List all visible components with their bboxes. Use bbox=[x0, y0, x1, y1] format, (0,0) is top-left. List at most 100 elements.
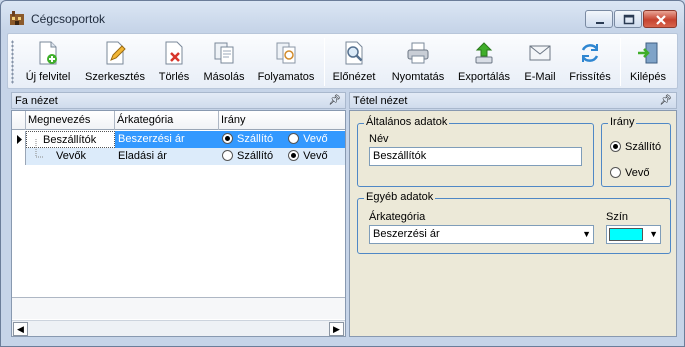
item-view-title: Tétel nézet bbox=[353, 95, 408, 107]
edit-button[interactable]: Szerkesztés bbox=[82, 38, 148, 86]
window-title: Cégcsoportok bbox=[31, 12, 106, 26]
name-label: Név bbox=[369, 133, 389, 145]
app-icon bbox=[10, 11, 24, 25]
radio-supplier[interactable] bbox=[610, 141, 621, 152]
column-header-direction[interactable]: Irány bbox=[219, 111, 345, 130]
table-row[interactable]: Beszállítók Beszerzési ár Szállító Vevő bbox=[12, 131, 345, 148]
table-row[interactable]: Vevők Eladási ár Szállító Vevő bbox=[12, 148, 345, 165]
row-name: Vevők bbox=[56, 150, 86, 162]
column-header-price-category[interactable]: Árkategória bbox=[115, 111, 219, 130]
current-row-arrow-icon bbox=[17, 135, 22, 144]
title-bar: Cégcsoportok bbox=[1, 1, 684, 35]
toolbar-separator bbox=[620, 38, 621, 86]
direction-title: Irány bbox=[608, 116, 637, 128]
close-button[interactable] bbox=[643, 10, 677, 28]
grid-header: Megnevezés Árkategória Irány bbox=[12, 111, 345, 130]
scroll-right-button[interactable]: ▶ bbox=[329, 322, 344, 336]
other-data-title: Egyéb adatok bbox=[364, 191, 436, 203]
email-label: E-Mail bbox=[524, 71, 556, 83]
copy-button[interactable]: Másolás bbox=[200, 38, 248, 86]
direction-option-customer[interactable]: Vevő bbox=[610, 167, 649, 179]
refresh-button[interactable]: Frissítés bbox=[566, 38, 614, 86]
row-direction-cell[interactable]: Szállító Vevő bbox=[219, 148, 345, 165]
radio-supplier[interactable] bbox=[222, 133, 233, 144]
edit-icon bbox=[106, 41, 126, 65]
minimize-button[interactable] bbox=[585, 10, 613, 28]
price-category-label: Árkategória bbox=[369, 211, 426, 223]
row-direction-cell[interactable]: Szállító Vevő bbox=[219, 131, 345, 148]
row-price-category-cell[interactable]: Eladási ár bbox=[115, 148, 219, 165]
row-price-category-cell[interactable]: Beszerzési ár bbox=[115, 131, 219, 148]
refresh-label: Frissítés bbox=[569, 71, 611, 83]
export-label: Exportálás bbox=[458, 71, 510, 83]
radio-customer[interactable] bbox=[610, 167, 621, 178]
tree-connector-lines bbox=[35, 139, 44, 158]
tree-view-header: Fa nézet 📌︎ bbox=[11, 92, 346, 109]
new-button[interactable]: Új felvitel bbox=[20, 38, 76, 86]
print-button[interactable]: Nyomtatás bbox=[386, 38, 450, 86]
item-view-panel: Általános adatok Név Beszállítók Irány S… bbox=[349, 110, 677, 337]
edit-label: Szerkesztés bbox=[85, 71, 145, 83]
chevron-down-icon: ▼ bbox=[649, 229, 658, 239]
preview-label: Előnézet bbox=[332, 71, 376, 83]
email-icon bbox=[529, 45, 551, 61]
chevron-down-icon: ▼ bbox=[582, 229, 591, 239]
main-window: Cégcsoportok Új felvitel Szerkesztés Tör… bbox=[0, 0, 685, 347]
export-icon bbox=[475, 42, 493, 64]
printer-icon bbox=[407, 42, 429, 64]
maximize-button[interactable] bbox=[614, 10, 642, 28]
general-data-title: Általános adatok bbox=[364, 116, 450, 128]
price-category-select[interactable]: Beszerzési ár ▼ bbox=[369, 225, 594, 244]
radio-customer[interactable] bbox=[288, 133, 300, 144]
radio-supplier[interactable] bbox=[222, 150, 233, 161]
general-data-group: Általános adatok Név Beszállítók bbox=[357, 116, 594, 187]
exit-button[interactable]: Kilépés bbox=[626, 38, 670, 86]
continuous-icon bbox=[276, 42, 296, 64]
new-document-icon bbox=[39, 41, 57, 65]
scroll-left-button[interactable]: ◀ bbox=[13, 322, 28, 336]
direction-option-supplier[interactable]: Szállító bbox=[610, 141, 661, 153]
color-picker[interactable]: ▼ bbox=[606, 225, 661, 244]
export-button[interactable]: Exportálás bbox=[456, 38, 512, 86]
preview-icon bbox=[345, 41, 363, 65]
other-data-group: Egyéb adatok Árkategória Beszerzési ár ▼… bbox=[357, 191, 671, 254]
color-label: Szín bbox=[606, 211, 629, 223]
pin-icon[interactable]: 📌︎ bbox=[328, 95, 341, 106]
copy-icon bbox=[214, 42, 234, 64]
toolbar-separator bbox=[324, 38, 325, 86]
item-view-header: Tétel nézet 📌︎ bbox=[349, 92, 677, 109]
ongoing-button[interactable]: Folyamatos bbox=[254, 38, 318, 86]
new-label: Új felvitel bbox=[25, 71, 71, 83]
row-indicator bbox=[12, 148, 26, 165]
email-button[interactable]: E-Mail bbox=[520, 38, 560, 86]
delete-button[interactable]: Törlés bbox=[154, 38, 194, 86]
row-indicator bbox=[12, 131, 26, 148]
price-category-value: Beszerzési ár bbox=[373, 228, 440, 240]
toolbar: Új felvitel Szerkesztés Törlés Másolás F… bbox=[7, 33, 678, 89]
horizontal-scrollbar[interactable]: ◀ ▶ bbox=[12, 320, 345, 336]
name-field[interactable]: Beszállítók bbox=[369, 147, 582, 166]
color-swatch bbox=[609, 228, 643, 241]
exit-label: Kilépés bbox=[629, 71, 667, 83]
tree-grid: Megnevezés Árkategória Irány Beszállítók… bbox=[11, 110, 346, 337]
radio-customer[interactable] bbox=[288, 150, 300, 161]
row-name: Beszállítók bbox=[43, 134, 97, 146]
column-header-name[interactable]: Megnevezés bbox=[26, 111, 115, 130]
pin-icon[interactable]: 📌︎ bbox=[659, 95, 672, 106]
toolbar-grip[interactable] bbox=[11, 40, 14, 84]
delete-icon bbox=[165, 41, 183, 65]
tree-view-title: Fa nézet bbox=[15, 95, 58, 107]
ongoing-label: Folyamatos bbox=[257, 71, 315, 83]
footer-row bbox=[12, 297, 345, 319]
grid-corner bbox=[12, 111, 26, 130]
close-icon bbox=[656, 15, 666, 25]
delete-label: Törlés bbox=[158, 71, 190, 83]
exit-door-icon bbox=[638, 42, 658, 64]
direction-group: Irány Szállító Vevő bbox=[601, 116, 671, 187]
copy-label: Másolás bbox=[203, 71, 245, 83]
refresh-icon bbox=[581, 44, 599, 62]
minimize-icon bbox=[596, 22, 604, 24]
print-label: Nyomtatás bbox=[391, 71, 445, 83]
preview-button[interactable]: Előnézet bbox=[330, 38, 378, 86]
maximize-icon bbox=[623, 14, 635, 25]
